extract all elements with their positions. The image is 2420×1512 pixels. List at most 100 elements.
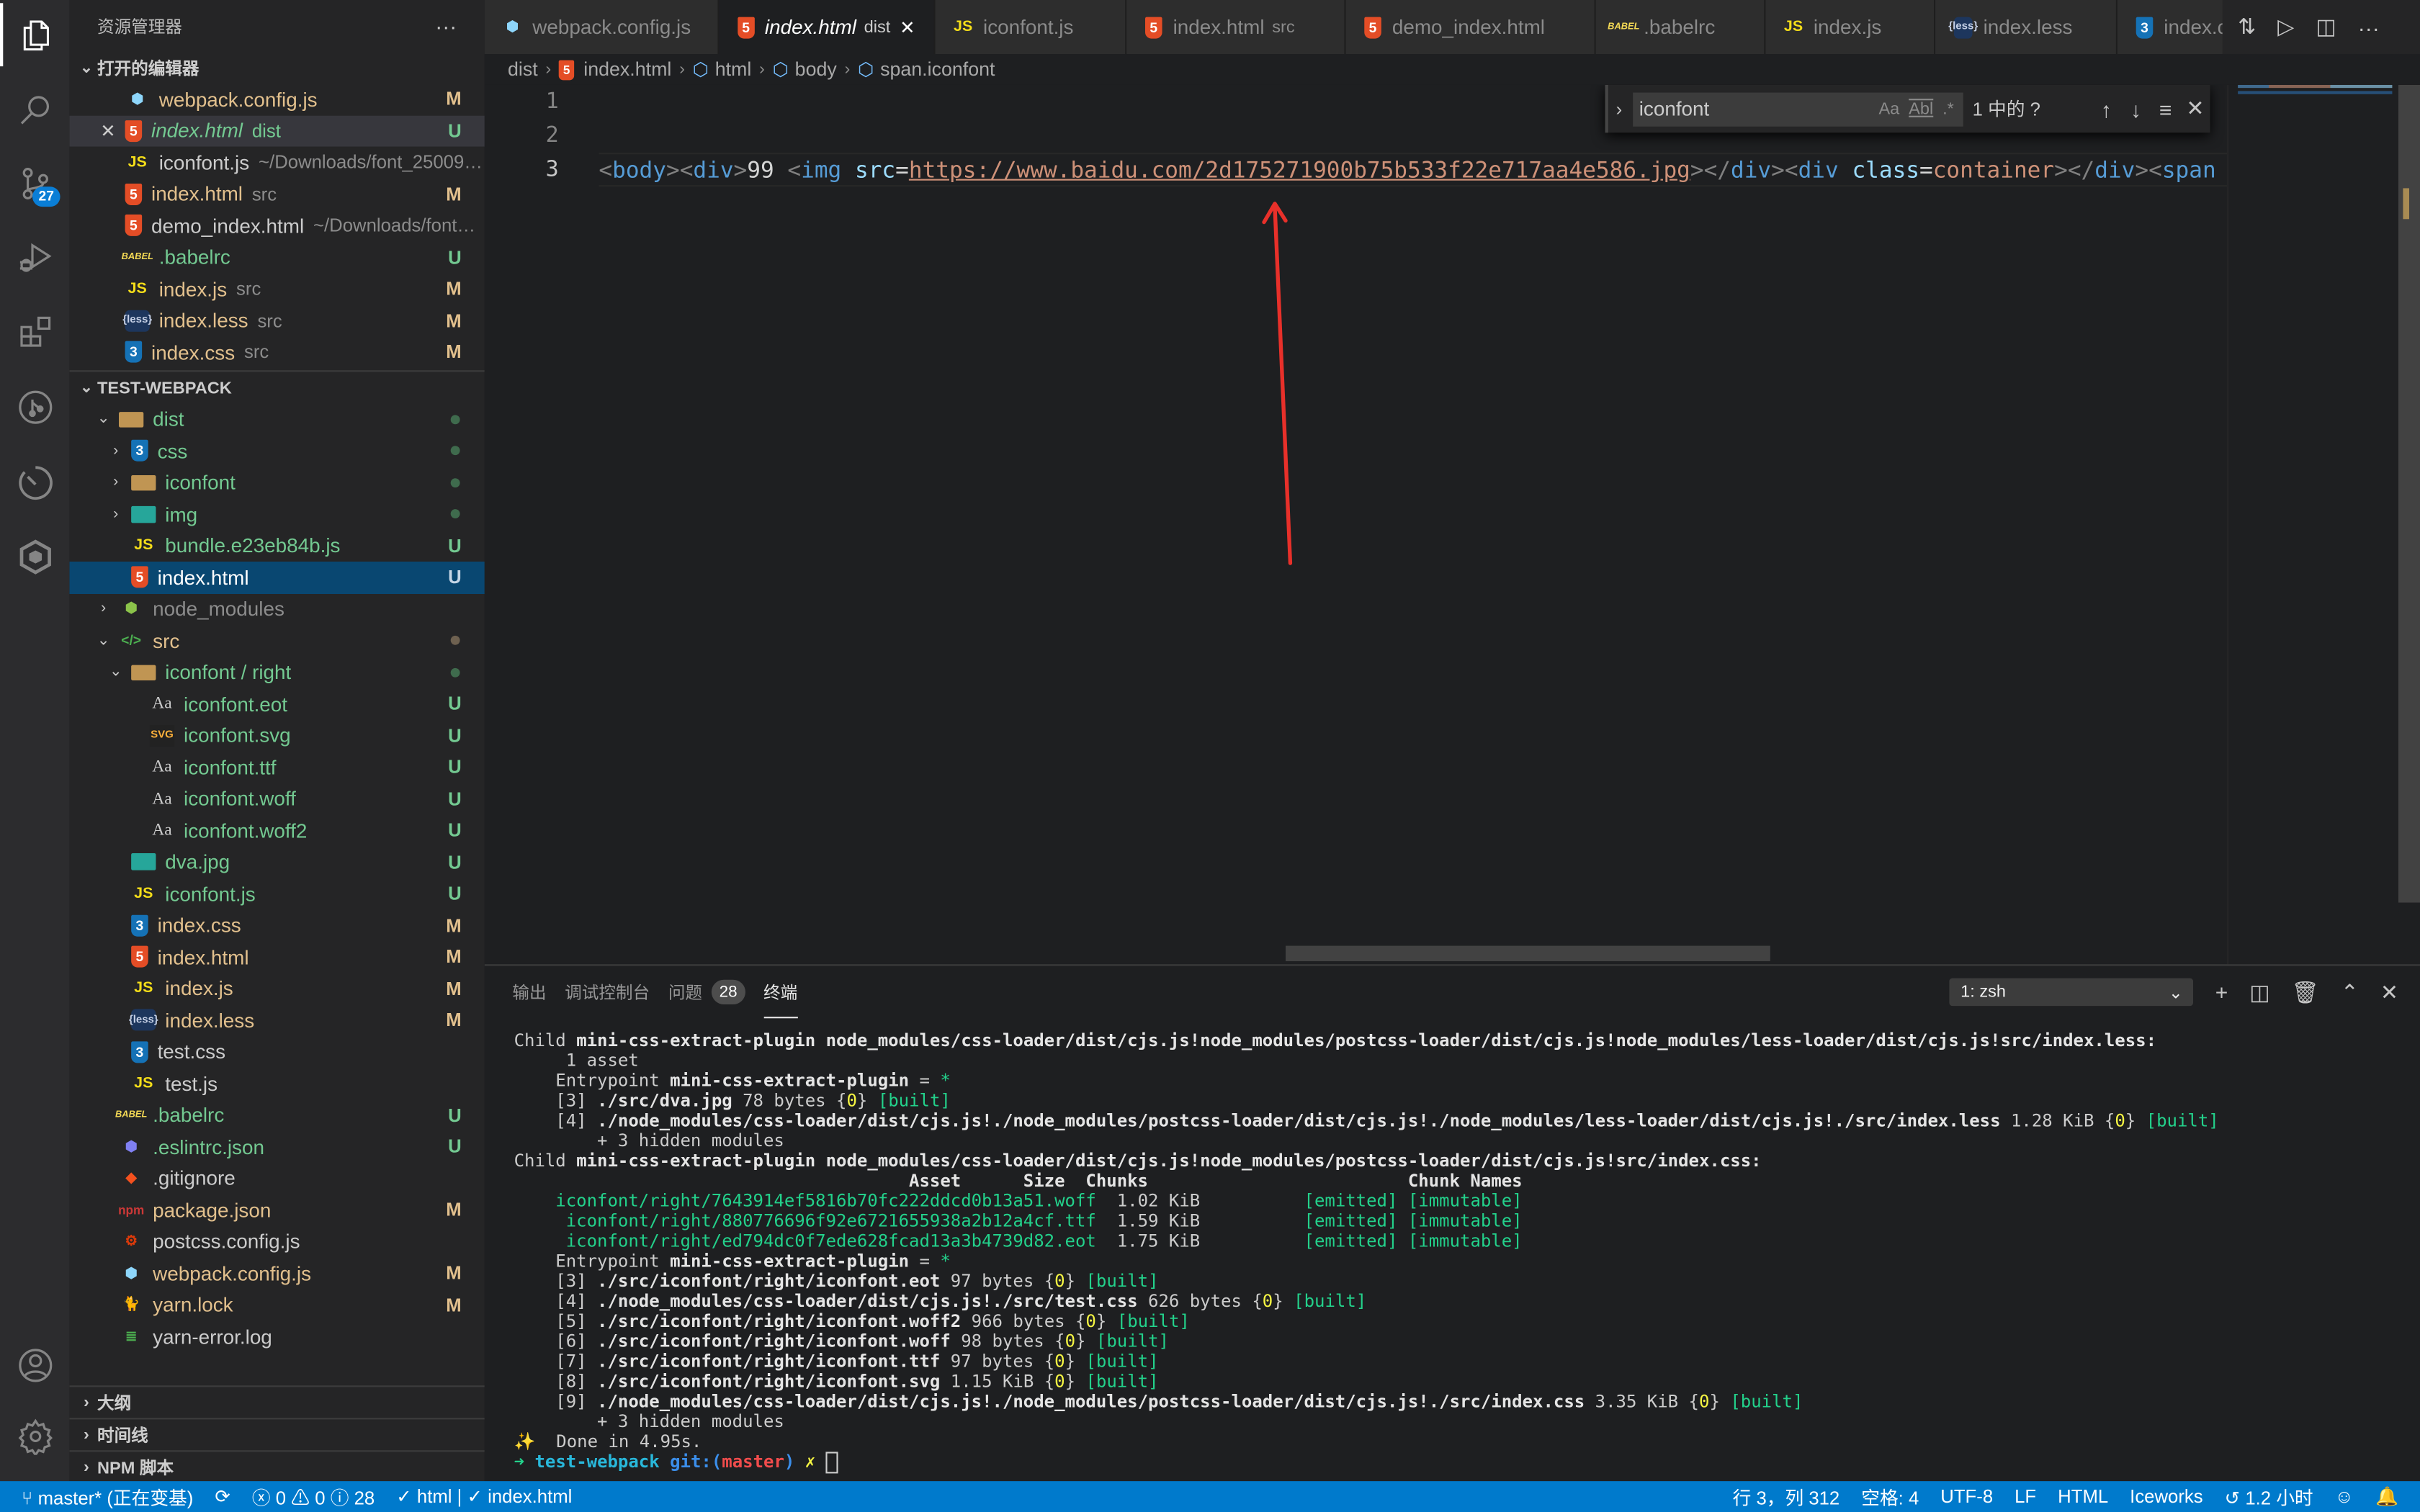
- more-icon[interactable]: ···: [2358, 14, 2380, 39]
- open-editor-item[interactable]: JS index.js src M: [69, 273, 484, 305]
- gitlens-button[interactable]: [0, 372, 69, 441]
- open-editor-item[interactable]: ✕ 5 index.html dist U: [69, 114, 485, 147]
- code-line-current[interactable]: <body><div>99 <img src=https://www.baidu…: [599, 153, 2229, 187]
- close-find-button[interactable]: ✕: [2180, 96, 2210, 122]
- editor-tab[interactable]: JS iconfont.js: [935, 0, 1127, 54]
- tree-file[interactable]: ⬢ .eslintrc.json U: [69, 1131, 484, 1163]
- code-editor[interactable]: 1 2 3 <body><div>99 <img src=https://www…: [484, 84, 2420, 965]
- tree-file[interactable]: 🐈 yarn.lock M: [69, 1289, 484, 1320]
- tree-file[interactable]: Aa iconfont.ttf U: [69, 752, 484, 783]
- notifications-icon[interactable]: 🔔: [2375, 1486, 2398, 1508]
- editor-tab[interactable]: 5 index.html src: [1126, 0, 1346, 54]
- minimap[interactable]: [2227, 84, 2398, 965]
- tree-file[interactable]: SVG iconfont.svg U: [69, 720, 484, 752]
- explorer-button[interactable]: [0, 0, 69, 69]
- settings-button[interactable]: [0, 1401, 69, 1470]
- open-editor-item[interactable]: 5 index.html src M: [69, 178, 484, 210]
- tree-folder[interactable]: › 3 css: [69, 435, 484, 467]
- run-icon[interactable]: ▷: [2277, 14, 2294, 40]
- tree-folder[interactable]: ⌄ dist: [69, 403, 484, 435]
- open-editor-item[interactable]: 3 index.css src M: [69, 336, 484, 368]
- sync-icon[interactable]: ⟳: [215, 1486, 230, 1508]
- iceworks-button[interactable]: [0, 521, 69, 590]
- editor-tab[interactable]: {less} index.less: [1935, 0, 2118, 54]
- terminal-output[interactable]: Child mini-css-extract-plugin node_modul…: [514, 1030, 2405, 1474]
- accounts-button[interactable]: [0, 1330, 69, 1399]
- find-input[interactable]: iconfont Aa Abl .*: [1633, 91, 1963, 126]
- editor-tab[interactable]: 5 demo_index.html: [1345, 0, 1596, 54]
- more-actions-button[interactable]: ···: [435, 14, 457, 38]
- new-terminal-icon[interactable]: +: [2215, 980, 2228, 1004]
- editor-tab[interactable]: 5 index.html dist ✕: [719, 0, 936, 54]
- timeline-button[interactable]: [0, 447, 69, 516]
- previous-match-button[interactable]: ↑: [2092, 96, 2121, 121]
- toggle-replace-button[interactable]: ›: [1608, 98, 1630, 120]
- terminal-select[interactable]: 1: zsh ⌄: [1950, 978, 2194, 1007]
- source-control-button[interactable]: 27: [0, 148, 69, 217]
- trash-icon[interactable]: 🗑: [2292, 979, 2319, 1005]
- iceworks-status[interactable]: Iceworks: [2130, 1486, 2202, 1508]
- language-mode[interactable]: HTML: [2058, 1486, 2108, 1508]
- tree-folder[interactable]: › iconfont: [69, 467, 484, 498]
- tab-terminal[interactable]: 终端: [763, 980, 798, 1019]
- tree-file[interactable]: JS bundle.e23eb84b.js U: [69, 530, 484, 562]
- find-in-selection-button[interactable]: ≡: [2151, 96, 2180, 121]
- breadcrumb-item[interactable]: index.html: [583, 58, 671, 80]
- tree-file[interactable]: ≣ yarn-error.log: [69, 1320, 484, 1352]
- problems-status[interactable]: ⓧ 0 ⚠ 0 ⓘ 28: [252, 1483, 375, 1509]
- cursor-position[interactable]: 行 3，列 312: [1733, 1483, 1840, 1509]
- tree-file[interactable]: npm package.json M: [69, 1194, 484, 1226]
- open-changes-icon[interactable]: ⇅: [2238, 14, 2256, 40]
- lint-status[interactable]: ✓ html | ✓ index.html: [396, 1486, 572, 1508]
- tree-file[interactable]: {less} index.less M: [69, 1004, 484, 1036]
- tree-file[interactable]: JS iconfont.js U: [69, 878, 484, 909]
- timeline-section[interactable]: › 时间线: [69, 1418, 485, 1451]
- breadcrumb-item[interactable]: body: [795, 58, 837, 80]
- open-editor-item[interactable]: JS iconfont.js ~/Downloads/font_2500948_t.…: [69, 147, 485, 179]
- outline-section[interactable]: › 大纲: [69, 1385, 485, 1418]
- extensions-button[interactable]: [0, 296, 69, 365]
- breadcrumb-item[interactable]: html: [715, 58, 752, 80]
- run-debug-button[interactable]: [0, 222, 69, 292]
- tree-file[interactable]: 3 index.css M: [69, 909, 484, 941]
- tab-debug-console[interactable]: 调试控制台: [565, 980, 650, 1004]
- tree-file[interactable]: 5 index.html M: [69, 941, 484, 973]
- split-terminal-icon[interactable]: ◫: [2249, 979, 2269, 1005]
- feedback-icon[interactable]: ☺: [2335, 1486, 2354, 1508]
- tree-file[interactable]: dva.jpg U: [69, 846, 484, 878]
- match-case-toggle[interactable]: Aa: [1878, 99, 1899, 118]
- tree-file[interactable]: JS index.js M: [69, 973, 484, 1004]
- time-tracker[interactable]: ↺ 1.2 小时: [2225, 1483, 2313, 1509]
- tab-problems[interactable]: 问题: [668, 980, 702, 1004]
- close-panel-icon[interactable]: ✕: [2380, 979, 2398, 1005]
- tree-file[interactable]: JS test.js: [69, 1068, 484, 1099]
- editor-tab[interactable]: ⬢ webpack.config.js: [484, 0, 720, 54]
- tree-file[interactable]: 3 test.css: [69, 1036, 484, 1068]
- editor-tab[interactable]: JS index.js: [1765, 0, 1936, 54]
- tree-folder[interactable]: ⌄ iconfont / right: [69, 657, 484, 688]
- tree-folder[interactable]: › img: [69, 498, 484, 530]
- split-editor-icon[interactable]: ◫: [2316, 14, 2336, 40]
- whole-word-toggle[interactable]: Abl: [1909, 99, 1933, 118]
- maximize-panel-icon[interactable]: ⌃: [2341, 979, 2359, 1005]
- open-editor-item[interactable]: ⬢ webpack.config.js M: [69, 84, 484, 115]
- tree-folder[interactable]: › ⬢ node_modules: [69, 593, 484, 625]
- close-icon[interactable]: ✕: [100, 120, 116, 142]
- tree-file[interactable]: ⚙ postcss.config.js: [69, 1226, 484, 1258]
- tree-file[interactable]: 5 index.html U: [69, 562, 485, 593]
- tree-folder[interactable]: ⌄ </> src: [69, 625, 484, 657]
- vertical-scrollbar[interactable]: [2398, 84, 2420, 965]
- indentation[interactable]: 空格: 4: [1861, 1483, 1919, 1509]
- search-button[interactable]: [0, 74, 69, 143]
- tree-file[interactable]: Aa iconfont.woff2 U: [69, 814, 484, 846]
- workspace-header[interactable]: ⌄ TEST-WEBPACK: [69, 373, 484, 404]
- open-editors-header[interactable]: ⌄ 打开的编辑器: [69, 53, 484, 84]
- open-editor-item[interactable]: {less} index.less src M: [69, 305, 484, 336]
- editor-tab[interactable]: BABEL .babelrc: [1595, 0, 1766, 54]
- tree-file[interactable]: Aa iconfont.woff U: [69, 783, 484, 815]
- horizontal-scrollbar[interactable]: [1286, 945, 1770, 961]
- branch-status[interactable]: ⑂ master* (正在变基): [22, 1483, 193, 1509]
- breadcrumb-item[interactable]: dist: [508, 58, 538, 80]
- tree-file[interactable]: Aa iconfont.eot U: [69, 688, 484, 720]
- encoding[interactable]: UTF-8: [1940, 1486, 1993, 1508]
